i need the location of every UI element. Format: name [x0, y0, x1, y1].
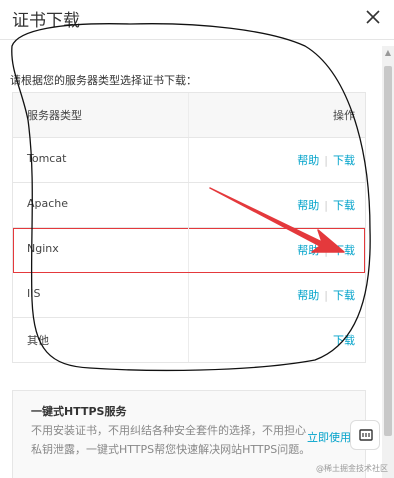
help-link[interactable]: 帮助 — [297, 154, 319, 167]
server-type-cell: Nginx — [27, 242, 59, 255]
column-divider — [188, 318, 189, 362]
header-operation: 操作 — [333, 109, 355, 122]
https-promo-card: 一键式HTTPS服务 不用安装证书，不用纠结各种安全套件的选择，不用担心私钥泄露… — [12, 390, 366, 478]
promo-description: 不用安装证书，不用纠结各种安全套件的选择，不用担心私钥泄露，一键式HTTPS帮您… — [31, 424, 311, 456]
dialog-header: 证书下载 — [0, 0, 394, 40]
column-divider — [188, 273, 189, 317]
server-type-cell: Apache — [27, 197, 69, 210]
operation-cell: 帮助 | 下载 — [297, 197, 355, 213]
table-row-nginx: Nginx 帮助 | 下载 — [13, 228, 365, 273]
table-row: Tomcat 帮助 | 下载 — [13, 138, 365, 183]
download-link[interactable]: 下载 — [333, 154, 355, 167]
promo-title: 一键式HTTPS服务 — [31, 405, 127, 418]
close-icon[interactable] — [364, 6, 382, 26]
link-separator: | — [324, 199, 328, 212]
dialog-title: 证书下载 — [12, 11, 80, 31]
watermark: @稀土掘金技术社区 — [316, 464, 388, 473]
column-divider — [188, 228, 189, 272]
download-link[interactable]: 下载 — [333, 289, 355, 302]
column-divider — [188, 183, 189, 227]
download-link[interactable]: 下载 — [333, 244, 355, 257]
header-server-type: 服务器类型 — [27, 109, 82, 122]
table-row: IIS 帮助 | 下载 — [13, 273, 365, 318]
table-header-row: 服务器类型 操作 — [13, 93, 365, 138]
table-row: Apache 帮助 | 下载 — [13, 183, 365, 228]
download-link[interactable]: 下载 — [333, 199, 355, 212]
column-divider — [188, 138, 189, 182]
operation-cell: 帮助 | 下载 — [297, 287, 355, 303]
download-link[interactable]: 下载 — [333, 334, 355, 347]
operation-cell: 帮助 | 下载 — [297, 152, 355, 168]
dialog-body: 请根据您的服务器类型选择证书下载： 服务器类型 操作 Tomcat 帮助 | 下载 … — [0, 40, 394, 478]
link-separator: | — [324, 244, 328, 257]
column-divider — [188, 93, 189, 137]
help-link[interactable]: 帮助 — [297, 289, 319, 302]
intro-text: 请根据您的服务器类型选择证书下载： — [10, 74, 197, 87]
operation-cell: 帮助 | 下载 — [297, 242, 355, 258]
operation-cell: 下载 — [333, 332, 355, 348]
server-type-cell: IIS — [27, 287, 41, 300]
link-separator: | — [324, 154, 328, 167]
server-type-table: 服务器类型 操作 Tomcat 帮助 | 下载 Apache 帮助 | 下载 Nginx… — [12, 92, 366, 363]
promo-use-now-button[interactable]: 立即使用 — [307, 429, 351, 445]
server-type-cell: Tomcat — [27, 152, 67, 165]
help-link[interactable]: 帮助 — [297, 199, 319, 212]
server-type-cell: 其他 — [27, 334, 49, 347]
help-link[interactable]: 帮助 — [297, 244, 319, 257]
chat-widget-icon[interactable] — [350, 420, 380, 450]
link-separator: | — [324, 289, 328, 302]
table-row: 其他 下载 — [13, 318, 365, 363]
